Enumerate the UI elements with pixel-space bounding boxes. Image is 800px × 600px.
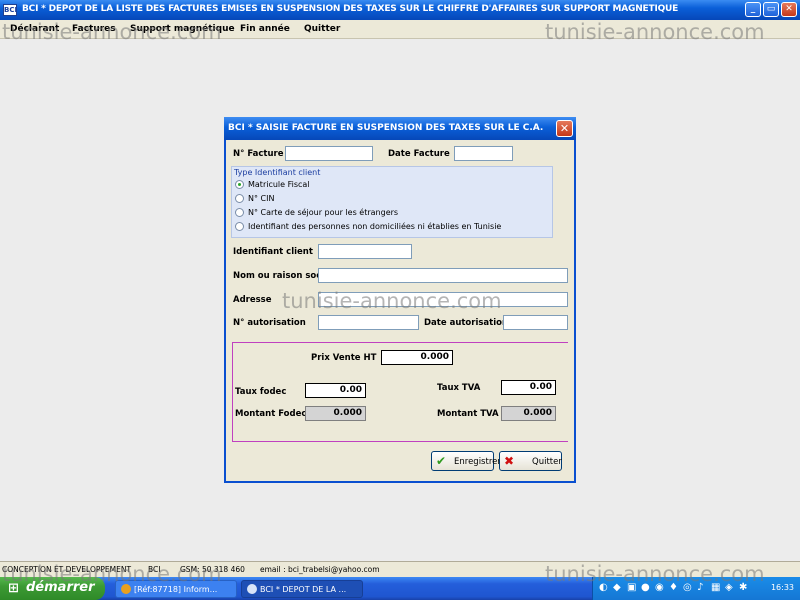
clock: 16:33 <box>770 583 794 592</box>
dialog-titlebar[interactable]: BCI * SAISIE FACTURE EN SUSPENSION DES T… <box>224 117 576 140</box>
radio-icon <box>235 222 244 231</box>
app-icon <box>247 584 257 594</box>
price-panel: Prix Vente HT 0.000 Taux fodec 0.00 Taux… <box>232 342 568 442</box>
date-facture-input[interactable] <box>454 146 513 161</box>
taux-tva-label: Taux TVA <box>437 383 481 393</box>
cross-icon: ✖ <box>504 454 515 468</box>
close-button[interactable]: ✕ <box>781 2 797 17</box>
radio-matricule-fiscal[interactable]: Matricule Fiscal <box>235 180 310 189</box>
taux-fodec-label: Taux fodec <box>235 387 287 397</box>
radio-non-domicilie[interactable]: Identifiant des personnes non domiciliée… <box>235 222 501 231</box>
date-facture-label: Date Facture <box>388 149 450 159</box>
adresse-label: Adresse <box>233 295 272 305</box>
watermark: tunisie-annonce.com <box>2 20 222 44</box>
watermark: tunisie-annonce.com <box>282 289 502 313</box>
num-autorisation-input[interactable] <box>318 315 419 330</box>
date-autorisation-input[interactable] <box>503 315 568 330</box>
nom-raison-label: Nom ou raison soci <box>233 271 325 281</box>
date-autorisation-label: Date autorisation <box>424 318 509 328</box>
main-titlebar[interactable]: BCI BCI * DEPOT DE LA LISTE DES FACTURES… <box>0 0 800 20</box>
num-facture-input[interactable] <box>285 146 373 161</box>
window-title: BCI * DEPOT DE LA LISTE DES FACTURES EMI… <box>22 4 679 14</box>
dialog-title: BCI * SAISIE FACTURE EN SUSPENSION DES T… <box>228 123 544 133</box>
radio-cin[interactable]: N° CIN <box>235 194 274 203</box>
taux-fodec-input[interactable]: 0.00 <box>305 383 366 398</box>
prix-vente-input[interactable]: 0.000 <box>381 350 453 365</box>
radio-selected-icon <box>235 180 244 189</box>
dialog-close-button[interactable]: ✕ <box>556 120 573 137</box>
type-identifiant-legend: Type Identifiant client <box>234 168 321 177</box>
identifiant-client-label: Identifiant client <box>233 247 313 257</box>
radio-icon <box>235 194 244 203</box>
watermark: tunisie-annonce.com <box>545 20 765 44</box>
minimize-button[interactable]: _ <box>745 2 761 17</box>
radio-carte-sejour[interactable]: N° Carte de séjour pour les étrangers <box>235 208 398 217</box>
quitter-button[interactable]: ✖ Quitter <box>499 451 562 471</box>
montant-fodec-input: 0.000 <box>305 406 366 421</box>
taskbar-item-bci[interactable]: BCI * DEPOT DE LA ... <box>241 580 363 598</box>
maximize-button[interactable]: ▭ <box>763 2 779 17</box>
checkmark-icon: ✔ <box>436 454 447 468</box>
identifiant-client-input[interactable] <box>318 244 412 259</box>
taux-tva-input[interactable]: 0.00 <box>501 380 556 395</box>
type-identifiant-group: Type Identifiant client Matricule Fiscal… <box>231 166 553 238</box>
enregistrer-button[interactable]: ✔ Enregistrer <box>431 451 501 471</box>
montant-tva-input: 0.000 <box>501 406 556 421</box>
prix-vente-label: Prix Vente HT <box>311 353 377 363</box>
montant-tva-label: Montant TVA <box>437 409 499 419</box>
nom-raison-input[interactable] <box>318 268 568 283</box>
radio-icon <box>235 208 244 217</box>
menu-quitter[interactable]: Quitter <box>304 24 340 34</box>
watermark: tunisie-annonce.com <box>545 562 765 586</box>
status-email: email : bci_trabelsi@yahoo.com <box>260 565 380 574</box>
menu-fin-annee[interactable]: Fin année <box>240 24 290 34</box>
montant-fodec-label: Montant Fodec <box>235 409 307 419</box>
watermark: tunisie-annonce.com <box>2 562 222 586</box>
num-facture-label: N° Facture <box>233 149 284 159</box>
app-icon: BCI <box>3 4 18 16</box>
num-autorisation-label: N° autorisation <box>233 318 306 328</box>
